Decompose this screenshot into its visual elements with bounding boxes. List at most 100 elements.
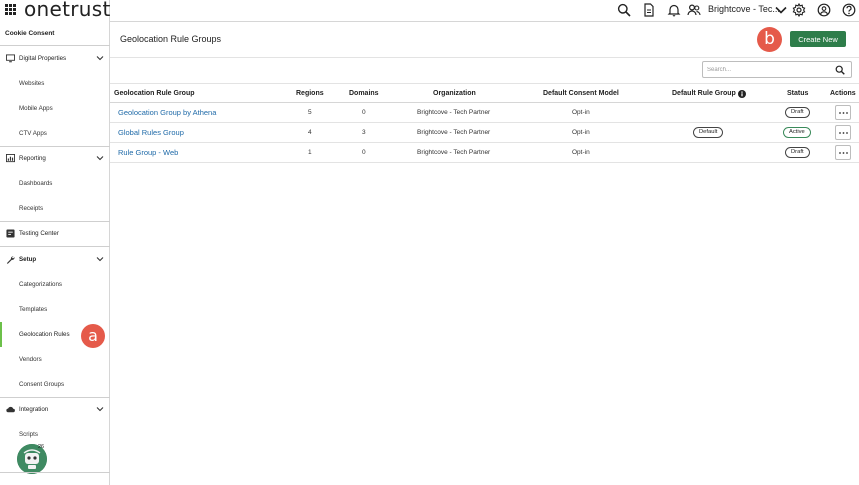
annotation-marker-a: a (81, 324, 105, 348)
sidebar-item-label: Receipts (19, 205, 44, 212)
page-title: Geolocation Rule Groups (120, 34, 222, 44)
sidebar-item-vendors[interactable]: Vendors (0, 347, 110, 372)
rule-group-link[interactable]: Global Rules Group (118, 128, 184, 137)
sidebar-item-label: Categorizations (19, 281, 62, 288)
flask-icon (6, 229, 15, 238)
brand-bar: onetrust (0, 0, 110, 22)
sidebar-section-label: Reporting (19, 155, 46, 162)
sidebar-item-categorizations[interactable]: Categorizations (0, 272, 110, 297)
consent-model-cell: Opt-in (572, 129, 590, 136)
users-icon[interactable] (687, 3, 701, 17)
search-box (702, 61, 852, 78)
sidebar-item-dashboards[interactable]: Dashboards (0, 171, 110, 196)
rule-group-link[interactable]: Rule Group - Web (118, 148, 178, 157)
column-header-actions: Actions (830, 90, 856, 97)
domains-count: 3 (362, 129, 366, 136)
table-row[interactable]: Rule Group - Web 1 0 Brightcove - Tech P… (110, 143, 859, 163)
wrench-icon (6, 256, 15, 264)
bar-chart-icon (6, 154, 15, 163)
sidebar-section-label: Setup (19, 256, 37, 263)
sidebar-item-websites[interactable]: Websites (0, 71, 110, 96)
search-icon[interactable] (617, 3, 631, 17)
sidebar-item-label: Scripts (19, 431, 38, 438)
create-new-button[interactable]: Create New (790, 31, 846, 47)
domains-count: 0 (362, 149, 366, 156)
organization-cell: Brightcove - Tech Partner (417, 109, 491, 116)
divider (0, 472, 110, 473)
help-icon[interactable] (842, 3, 856, 17)
sidebar-section-testing-center[interactable]: Testing Center (0, 221, 110, 246)
row-actions-button[interactable] (835, 125, 851, 140)
sidebar-section-setup[interactable]: Setup (0, 247, 110, 272)
column-header-status[interactable]: Status (787, 90, 808, 97)
app-launcher-icon[interactable] (5, 4, 16, 15)
sidebar-section-reporting[interactable]: Reporting (0, 146, 110, 171)
regions-count: 5 (308, 109, 312, 116)
gear-icon[interactable] (792, 3, 806, 17)
sidebar-item-mobile-apps[interactable]: Mobile Apps (0, 96, 110, 121)
chevron-down-icon[interactable] (774, 3, 788, 17)
consent-model-cell: Opt-in (572, 149, 590, 156)
document-icon[interactable] (642, 3, 656, 17)
onetrust-logo[interactable]: onetrust (24, 0, 111, 21)
column-header-organization[interactable]: Organization (433, 90, 476, 97)
table-header: Geolocation Rule Group Regions Domains O… (110, 83, 859, 103)
table-row[interactable]: Global Rules Group 4 3 Brightcove - Tech… (110, 123, 859, 143)
sidebar-section-label: Integration (19, 406, 49, 413)
column-header-consent-model[interactable]: Default Consent Model (543, 90, 619, 97)
regions-count: 1 (308, 149, 312, 156)
column-header-default-group[interactable]: Default Rule Group (672, 90, 736, 97)
cloud-icon (6, 406, 15, 413)
sidebar-item-label: CTV Apps (19, 130, 47, 137)
domains-count: 0 (362, 109, 366, 116)
chevron-down-icon[interactable] (95, 254, 105, 264)
sidebar-item-label: Geolocation Rules (19, 331, 70, 338)
top-bar: Brightcove - Tec... (110, 0, 859, 22)
rule-group-link[interactable]: Geolocation Group by Athena (118, 108, 216, 117)
column-header-group[interactable]: Geolocation Rule Group (114, 90, 195, 97)
sidebar-section-digital-properties[interactable]: Digital Properties (0, 46, 110, 71)
column-header-regions[interactable]: Regions (296, 90, 324, 97)
info-icon[interactable] (738, 90, 746, 98)
sidebar-item-templates[interactable]: Templates (0, 297, 110, 322)
notification-count: 26 (38, 444, 45, 450)
status-badge: Draft (785, 147, 810, 158)
column-header-domains[interactable]: Domains (349, 90, 379, 97)
chevron-down-icon[interactable] (95, 53, 105, 63)
organization-cell: Brightcove - Tech Partner (417, 129, 491, 136)
sidebar-item-receipts[interactable]: Receipts (0, 196, 110, 221)
chevron-down-icon[interactable] (95, 153, 105, 163)
account-icon[interactable] (817, 3, 831, 17)
divider (110, 57, 859, 58)
sidebar-item-label: Templates (19, 306, 48, 313)
row-actions-button[interactable] (835, 105, 851, 120)
more-options-icon (839, 112, 848, 114)
sidebar-item-label: Websites (19, 80, 45, 87)
sidebar-item-scripts[interactable]: Scripts (0, 422, 110, 447)
bell-icon[interactable] (667, 3, 681, 17)
sidebar: onetrust Cookie Consent Digital Properti… (0, 0, 110, 485)
sidebar-section-integration[interactable]: Integration (0, 397, 110, 422)
table-row[interactable]: Geolocation Group by Athena 5 0 Brightco… (110, 103, 859, 123)
sidebar-section-label: Digital Properties (19, 55, 67, 62)
monitor-icon (6, 54, 15, 63)
sidebar-item-label: Consent Groups (19, 381, 65, 388)
organization-switcher[interactable]: Brightcove - Tec... (708, 4, 780, 14)
search-input[interactable] (707, 65, 827, 75)
search-icon[interactable] (835, 65, 845, 75)
sidebar-item-label: Dashboards (19, 180, 53, 187)
more-options-icon (839, 132, 848, 134)
sidebar-section-label: Testing Center (19, 230, 59, 237)
app-name: Cookie Consent (5, 30, 55, 37)
consent-model-cell: Opt-in (572, 109, 590, 116)
sidebar-item-label: Vendors (19, 356, 42, 363)
status-badge: Draft (785, 107, 810, 118)
sidebar-item-ctv-apps[interactable]: CTV Apps (0, 121, 110, 146)
row-actions-button[interactable] (835, 145, 851, 160)
organization-cell: Brightcove - Tech Partner (417, 149, 491, 156)
sidebar-item-consent-groups[interactable]: Consent Groups (0, 372, 110, 397)
default-badge: Default (693, 127, 724, 138)
sidebar-item-label: Mobile Apps (19, 105, 53, 112)
chevron-down-icon[interactable] (95, 404, 105, 414)
more-options-icon (839, 152, 848, 154)
